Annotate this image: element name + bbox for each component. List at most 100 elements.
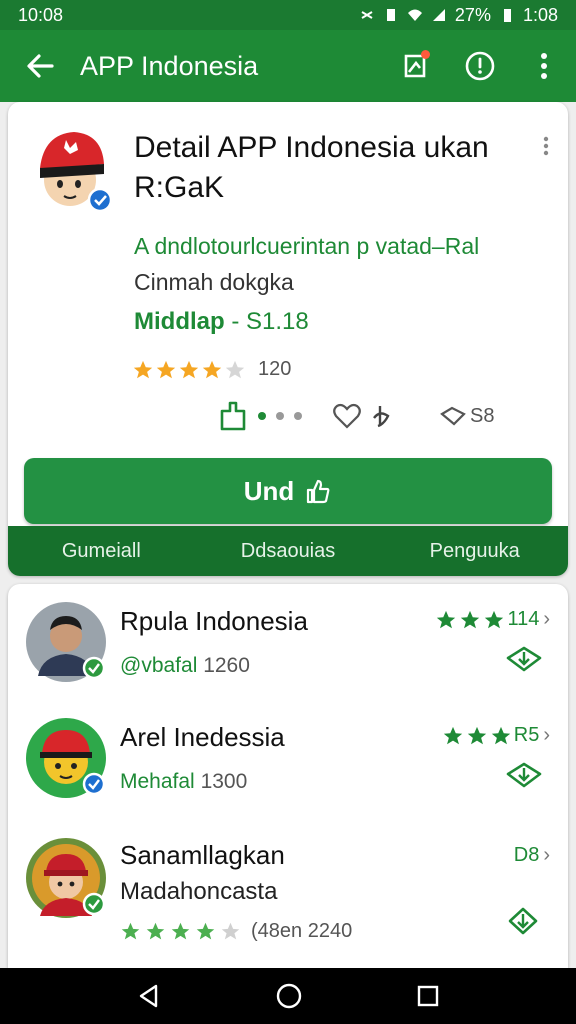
app-avatar xyxy=(40,132,113,213)
list-item-score: R5 xyxy=(513,724,540,746)
star-green-icon xyxy=(196,922,215,940)
star-icon xyxy=(202,360,222,378)
star-green-icon xyxy=(443,726,462,744)
rating-count: 120 xyxy=(258,358,292,380)
list-item-name: Sanamllagkan xyxy=(120,840,285,870)
star-green-icon xyxy=(171,922,190,940)
more-vert-icon xyxy=(541,53,547,79)
list-item-handle: Mehafal xyxy=(120,770,195,793)
list-item-name: Rpula Indonesia xyxy=(120,606,308,636)
detail-tab-bar: Gumeiall Ddsaouias Penguuka xyxy=(8,526,568,576)
heart-icon[interactable] xyxy=(332,402,362,430)
app-title: APP Indonesia xyxy=(80,50,259,81)
download-icon[interactable] xyxy=(506,644,542,674)
thumbs-up-icon xyxy=(307,479,330,504)
detail-rating: 120 xyxy=(132,358,291,381)
description-line-2: Cinmah dokgka xyxy=(134,269,294,295)
price: Middlap - S1.18 xyxy=(134,308,309,336)
star-empty-icon xyxy=(225,360,245,378)
status-time-right: 1:08 xyxy=(522,4,558,25)
reviewer-list: Rpula Indonesia @vbafal 1260 114 › Arel … xyxy=(8,584,568,968)
list-item-score: D8 xyxy=(513,844,540,866)
primary-action-button[interactable]: Und xyxy=(24,458,552,524)
detail-title: Detail APP Indonesia ukan R:GaK xyxy=(134,131,489,204)
card-more-icon[interactable] xyxy=(542,136,550,156)
chevron-right-icon: › xyxy=(543,608,550,630)
star-icon xyxy=(156,360,176,378)
download-icon[interactable] xyxy=(508,906,538,936)
page-dot xyxy=(294,412,302,420)
star-icon xyxy=(179,360,199,378)
chevron-right-icon: › xyxy=(543,724,550,746)
list-item[interactable]: Sanamllagkan Madahoncasta (48en 2240 D8 … xyxy=(8,820,568,968)
list-item-sub: @vbafal 1260 xyxy=(120,654,250,678)
no-sound-icon xyxy=(361,11,373,19)
back-arrow-icon xyxy=(27,54,54,78)
tab-general[interactable]: Gumeiall xyxy=(8,540,195,563)
signal-icon xyxy=(432,9,445,21)
price-value: - S1.18 xyxy=(231,308,309,335)
star-green-icon xyxy=(437,610,456,628)
list-item[interactable]: Arel Inedessia Mehafal 1300 R5 › xyxy=(8,700,568,824)
avatar xyxy=(26,838,106,918)
star-green-icon xyxy=(461,610,480,628)
avatar xyxy=(26,718,106,798)
detail-card: Detail APP Indonesia ukan R:GaK A dndlot… xyxy=(8,102,568,576)
list-item-sub: Mehafal 1300 xyxy=(120,770,247,794)
star-icon xyxy=(133,360,153,378)
notification-button[interactable] xyxy=(384,30,448,102)
back-nav-icon[interactable] xyxy=(136,983,162,1009)
star-green-icon xyxy=(121,922,140,940)
list-item-stars: (48en 2240 xyxy=(120,920,352,943)
chevron-right-icon: › xyxy=(543,844,550,866)
tab-discussions[interactable]: Ddsaouias xyxy=(195,540,382,563)
share-icon[interactable] xyxy=(370,402,392,430)
system-nav-bar xyxy=(0,968,576,1024)
rating-stars xyxy=(132,359,246,381)
reply-icon[interactable] xyxy=(440,404,466,428)
list-item-meta: (48en 2240 xyxy=(251,920,353,942)
list-item-handle: @vbafal xyxy=(120,654,198,677)
list-item-name: Arel Inedessia xyxy=(120,722,285,752)
download-icon[interactable] xyxy=(506,760,542,790)
price-label: Middlap xyxy=(134,308,225,335)
action-row: S8 xyxy=(218,396,494,436)
status-bar: 10:08 27% 1:08 xyxy=(0,0,576,30)
battery-icon xyxy=(503,9,511,22)
info-button[interactable] xyxy=(448,30,512,102)
back-button[interactable] xyxy=(0,30,80,102)
primary-button-label: Und xyxy=(243,475,295,506)
notification-badge xyxy=(421,50,430,59)
page-dot-active xyxy=(258,412,266,420)
description-line-1: A dndlotourlcuerintan p vatad–Ral xyxy=(134,233,480,259)
info-icon xyxy=(465,51,495,81)
list-item-rating: R5 › xyxy=(442,724,550,747)
star-green-icon xyxy=(491,726,510,744)
battery-percent: 27% xyxy=(454,4,491,25)
reply-count: S8 xyxy=(470,404,495,427)
list-item-rating: D8 › xyxy=(514,844,550,867)
list-item-score: 114 xyxy=(507,608,540,630)
star-green-icon xyxy=(146,922,165,940)
list-item-rating: 114 › xyxy=(435,608,550,631)
list-item-subtitle: Madahoncasta xyxy=(120,878,278,905)
thumb-icon[interactable] xyxy=(218,399,248,433)
page-dot xyxy=(276,412,284,420)
page-dots xyxy=(258,412,302,420)
list-item-count: 1300 xyxy=(200,770,248,793)
avatar xyxy=(26,602,106,682)
recents-icon[interactable] xyxy=(416,984,440,1008)
star-empty-icon xyxy=(221,922,240,940)
sim-icon xyxy=(386,9,395,21)
star-green-icon xyxy=(485,610,504,628)
list-item-count: 1260 xyxy=(203,654,250,677)
wifi-icon xyxy=(407,9,422,21)
tab-users[interactable]: Penguuka xyxy=(381,540,568,563)
detail-description: A dndlotourlcuerintan p vatad–Ral Cinmah… xyxy=(134,228,534,300)
app-bar: APP Indonesia xyxy=(0,30,576,102)
overflow-menu-button[interactable] xyxy=(512,30,576,102)
home-icon[interactable] xyxy=(275,982,303,1010)
status-time: 10:08 xyxy=(18,4,64,25)
status-icons: 27% 1:08 xyxy=(359,5,558,26)
list-item[interactable]: Rpula Indonesia @vbafal 1260 114 › xyxy=(8,584,568,708)
